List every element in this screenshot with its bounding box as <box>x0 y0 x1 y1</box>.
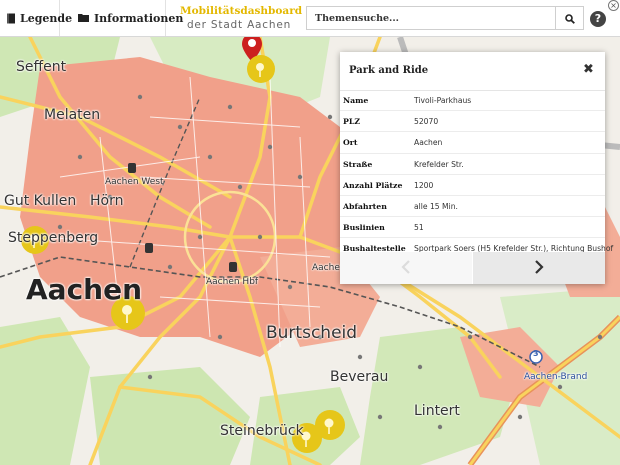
map-label-steppenberg: Steppenberg <box>8 230 99 246</box>
help-icon[interactable]: ? <box>590 11 606 27</box>
detail-value: Tivoli-Parkhaus <box>414 96 472 105</box>
detail-key: Name <box>343 96 369 105</box>
map-label-beverau: Beverau <box>330 369 389 385</box>
search-icon <box>564 9 575 28</box>
chevron-right-icon <box>534 259 544 278</box>
map-label-burtscheid: Burtscheid <box>266 323 358 343</box>
map-label-aachen: Aachen <box>26 273 143 306</box>
detail-row: Name Tivoli-Parkhaus <box>340 90 605 112</box>
detail-row: Buslinien 51 <box>340 217 605 239</box>
popup-pagination <box>340 252 605 284</box>
popup-close-icon[interactable]: ✖ <box>583 62 594 77</box>
detail-row: Anzahl Plätze 1200 <box>340 175 605 196</box>
detail-key: Straße <box>343 159 373 169</box>
brand-subtitle: der Stadt Aachen <box>186 19 292 31</box>
detail-value: Aachen <box>414 138 443 148</box>
information-button[interactable]: Informationen <box>78 0 183 36</box>
map-label-aachen-hbf: Aachen Hbf <box>206 277 259 287</box>
detail-value: alle 15 Min. <box>414 201 458 211</box>
detail-row: Straße Krefelder Str. <box>340 154 605 175</box>
legend-label: Legende <box>20 11 73 25</box>
search-button[interactable] <box>556 6 584 30</box>
map-label-lintert: Lintert <box>414 403 460 419</box>
legend-icon <box>6 13 16 24</box>
map-label-aachen-west: Aachen West <box>105 177 164 187</box>
detail-key: Buslinien <box>343 223 385 233</box>
detail-value: 52070 <box>414 117 439 127</box>
detail-row: Ort Aachen <box>340 132 605 154</box>
detail-key: Abfahrten <box>343 201 387 211</box>
brand-title: Mobilitätsdashboard <box>180 5 303 17</box>
detail-key: Anzahl Plätze <box>343 180 403 190</box>
popup-detail-table: Name Tivoli-Parkhaus PLZ 52070 Ort Aache… <box>340 90 613 259</box>
detail-value: 1200 <box>414 180 434 190</box>
search-placeholder: Themensuche... <box>315 12 399 24</box>
map-label-seffent: Seffent <box>16 59 67 75</box>
next-button[interactable] <box>473 252 605 284</box>
folder-icon <box>78 13 90 23</box>
detail-key: Ort <box>343 138 358 148</box>
legend-button[interactable]: Legende <box>6 0 72 36</box>
brand-logo[interactable]: Mobilitätsdashboard der Stadt Aachen <box>180 2 303 34</box>
chevron-left-icon <box>401 259 411 278</box>
detail-value: Krefelder Str. <box>414 159 464 169</box>
map-label-aachen-brand: Aachen-Brand <box>524 372 588 382</box>
close-icon[interactable]: × <box>608 0 619 11</box>
information-label: Informationen <box>94 11 184 25</box>
detail-value: 51 <box>414 223 424 233</box>
popup-title: Park and Ride <box>349 65 429 76</box>
map-label-steinebrueck: Steinebrück <box>220 423 304 439</box>
detail-row: Abfahrten alle 15 Min. <box>340 196 605 218</box>
map-label-gut-kullen: Gut Kullen <box>4 193 77 209</box>
popup-header: Park and Ride ✖ <box>340 52 605 91</box>
map-label-hoern: Hörn <box>90 193 124 209</box>
park-ride-marker-icon[interactable] <box>246 54 276 84</box>
previous-button[interactable] <box>340 252 472 284</box>
motorway-number-label: 3 <box>533 349 539 358</box>
park-ride-info-popup: Park and Ride ✖ Name Tivoli-Parkhaus PLZ… <box>340 52 613 284</box>
search-input[interactable]: Themensuche... <box>306 6 556 30</box>
map-label-aache: Aache <box>312 263 340 273</box>
top-toolbar: Legende Informationen Mobilitätsdashboar… <box>0 0 620 37</box>
map-label-melaten: Melaten <box>44 107 101 123</box>
detail-row: PLZ 52070 <box>340 111 605 133</box>
detail-key: PLZ <box>343 117 361 127</box>
